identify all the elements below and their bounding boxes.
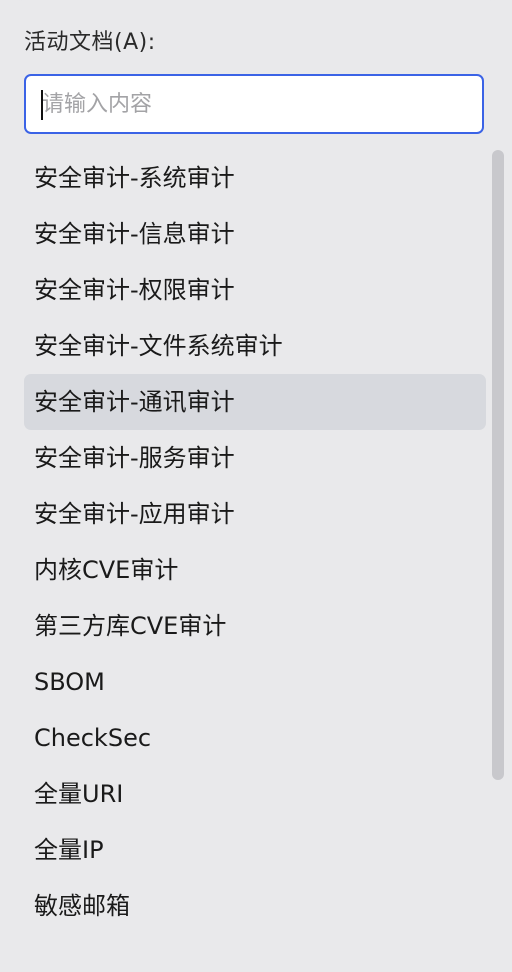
list-item[interactable]: 安全审计-服务审计 [24,430,486,486]
list-item[interactable]: 安全审计-文件系统审计 [24,318,486,374]
list-item[interactable]: 安全审计-权限审计 [24,262,486,318]
list-item[interactable]: 安全审计-系统审计 [24,150,486,206]
list-item[interactable]: 安全审计-应用审计 [24,486,486,542]
list-item[interactable]: 安全审计-信息审计 [24,206,486,262]
list-item[interactable]: CheckSec [24,710,486,766]
list-item[interactable]: 安全审计-通讯审计 [24,374,486,430]
list-item[interactable]: 全量IP [24,822,486,878]
list-item[interactable]: 第三方库CVE审计 [24,598,486,654]
scrollbar[interactable] [492,150,504,780]
document-list[interactable]: 安全审计-系统审计 安全审计-信息审计 安全审计-权限审计 安全审计-文件系统审… [24,150,486,972]
panel-label: 活动文档(A): [24,30,156,55]
list-item[interactable]: SBOM [24,654,486,710]
search-input[interactable] [24,74,484,134]
list-item[interactable]: 敏感邮箱 [24,878,486,934]
list-item[interactable]: 全量URI [24,766,486,822]
text-caret [41,90,43,120]
scrollbar-thumb[interactable] [492,150,504,780]
list-item[interactable]: 内核CVE审计 [24,542,486,598]
active-document-panel: 活动文档(A): 安全审计-系统审计 安全审计-信息审计 安全审计-权限审计 安… [0,0,512,972]
